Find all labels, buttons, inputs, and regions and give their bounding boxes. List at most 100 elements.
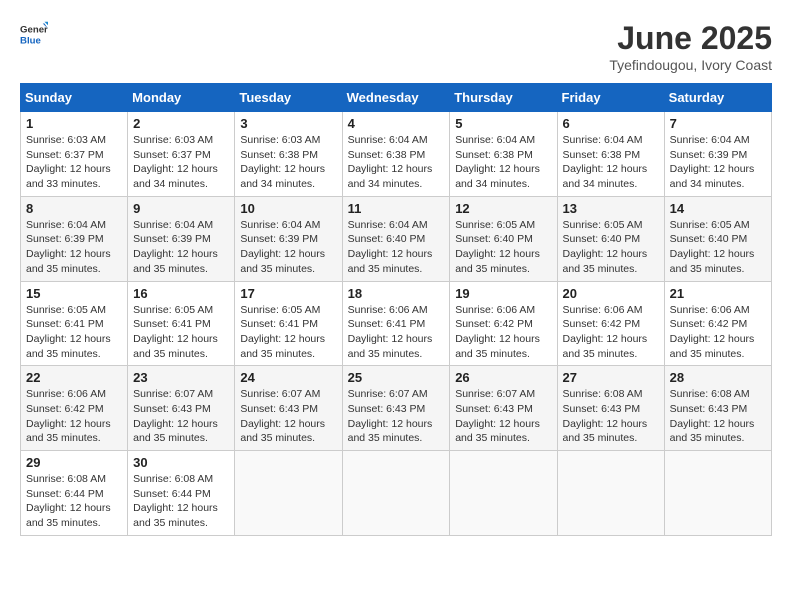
day-info: Sunrise: 6:04 AMSunset: 6:39 PMDaylight:… bbox=[670, 134, 755, 190]
calendar-cell: 5 Sunrise: 6:04 AMSunset: 6:38 PMDayligh… bbox=[450, 112, 557, 197]
day-info: Sunrise: 6:08 AMSunset: 6:43 PMDaylight:… bbox=[563, 388, 648, 444]
day-info: Sunrise: 6:06 AMSunset: 6:41 PMDaylight:… bbox=[348, 304, 433, 360]
calendar-cell: 1 Sunrise: 6:03 AMSunset: 6:37 PMDayligh… bbox=[21, 112, 128, 197]
day-number: 30 bbox=[133, 455, 229, 470]
calendar-cell: 7 Sunrise: 6:04 AMSunset: 6:39 PMDayligh… bbox=[664, 112, 771, 197]
day-number: 14 bbox=[670, 201, 766, 216]
calendar-cell: 27 Sunrise: 6:08 AMSunset: 6:43 PMDaylig… bbox=[557, 366, 664, 451]
title-area: June 2025 Tyefindougou, Ivory Coast bbox=[609, 20, 772, 73]
calendar-cell bbox=[557, 451, 664, 536]
day-info: Sunrise: 6:04 AMSunset: 6:40 PMDaylight:… bbox=[348, 219, 433, 275]
col-header-monday: Monday bbox=[128, 84, 235, 112]
calendar-week-2: 8 Sunrise: 6:04 AMSunset: 6:39 PMDayligh… bbox=[21, 196, 772, 281]
calendar-cell: 22 Sunrise: 6:06 AMSunset: 6:42 PMDaylig… bbox=[21, 366, 128, 451]
day-number: 2 bbox=[133, 116, 229, 131]
calendar-cell: 16 Sunrise: 6:05 AMSunset: 6:41 PMDaylig… bbox=[128, 281, 235, 366]
calendar-week-3: 15 Sunrise: 6:05 AMSunset: 6:41 PMDaylig… bbox=[21, 281, 772, 366]
calendar-cell: 8 Sunrise: 6:04 AMSunset: 6:39 PMDayligh… bbox=[21, 196, 128, 281]
day-info: Sunrise: 6:07 AMSunset: 6:43 PMDaylight:… bbox=[455, 388, 540, 444]
day-number: 22 bbox=[26, 370, 122, 385]
day-number: 12 bbox=[455, 201, 551, 216]
col-header-friday: Friday bbox=[557, 84, 664, 112]
day-info: Sunrise: 6:06 AMSunset: 6:42 PMDaylight:… bbox=[563, 304, 648, 360]
calendar-cell: 29 Sunrise: 6:08 AMSunset: 6:44 PMDaylig… bbox=[21, 451, 128, 536]
day-number: 26 bbox=[455, 370, 551, 385]
calendar-cell: 6 Sunrise: 6:04 AMSunset: 6:38 PMDayligh… bbox=[557, 112, 664, 197]
day-number: 7 bbox=[670, 116, 766, 131]
calendar-cell: 12 Sunrise: 6:05 AMSunset: 6:40 PMDaylig… bbox=[450, 196, 557, 281]
day-info: Sunrise: 6:04 AMSunset: 6:38 PMDaylight:… bbox=[455, 134, 540, 190]
calendar-cell: 25 Sunrise: 6:07 AMSunset: 6:43 PMDaylig… bbox=[342, 366, 450, 451]
calendar-cell bbox=[664, 451, 771, 536]
calendar-cell: 14 Sunrise: 6:05 AMSunset: 6:40 PMDaylig… bbox=[664, 196, 771, 281]
day-number: 16 bbox=[133, 286, 229, 301]
day-number: 3 bbox=[240, 116, 336, 131]
day-number: 29 bbox=[26, 455, 122, 470]
calendar-cell: 30 Sunrise: 6:08 AMSunset: 6:44 PMDaylig… bbox=[128, 451, 235, 536]
calendar-cell: 3 Sunrise: 6:03 AMSunset: 6:38 PMDayligh… bbox=[235, 112, 342, 197]
day-info: Sunrise: 6:04 AMSunset: 6:38 PMDaylight:… bbox=[348, 134, 433, 190]
day-info: Sunrise: 6:05 AMSunset: 6:40 PMDaylight:… bbox=[563, 219, 648, 275]
day-info: Sunrise: 6:05 AMSunset: 6:40 PMDaylight:… bbox=[670, 219, 755, 275]
col-header-sunday: Sunday bbox=[21, 84, 128, 112]
calendar-cell bbox=[235, 451, 342, 536]
day-info: Sunrise: 6:05 AMSunset: 6:41 PMDaylight:… bbox=[26, 304, 111, 360]
calendar-cell: 24 Sunrise: 6:07 AMSunset: 6:43 PMDaylig… bbox=[235, 366, 342, 451]
month-year-title: June 2025 bbox=[609, 20, 772, 57]
day-number: 1 bbox=[26, 116, 122, 131]
day-info: Sunrise: 6:06 AMSunset: 6:42 PMDaylight:… bbox=[26, 388, 111, 444]
calendar-cell bbox=[450, 451, 557, 536]
calendar-cell: 23 Sunrise: 6:07 AMSunset: 6:43 PMDaylig… bbox=[128, 366, 235, 451]
col-header-wednesday: Wednesday bbox=[342, 84, 450, 112]
calendar-cell: 19 Sunrise: 6:06 AMSunset: 6:42 PMDaylig… bbox=[450, 281, 557, 366]
day-info: Sunrise: 6:06 AMSunset: 6:42 PMDaylight:… bbox=[670, 304, 755, 360]
day-number: 21 bbox=[670, 286, 766, 301]
calendar-week-5: 29 Sunrise: 6:08 AMSunset: 6:44 PMDaylig… bbox=[21, 451, 772, 536]
calendar-cell: 17 Sunrise: 6:05 AMSunset: 6:41 PMDaylig… bbox=[235, 281, 342, 366]
day-number: 9 bbox=[133, 201, 229, 216]
calendar-cell: 10 Sunrise: 6:04 AMSunset: 6:39 PMDaylig… bbox=[235, 196, 342, 281]
day-number: 27 bbox=[563, 370, 659, 385]
day-number: 24 bbox=[240, 370, 336, 385]
logo: General Blue bbox=[20, 20, 48, 48]
day-number: 4 bbox=[348, 116, 445, 131]
day-info: Sunrise: 6:04 AMSunset: 6:39 PMDaylight:… bbox=[240, 219, 325, 275]
col-header-saturday: Saturday bbox=[664, 84, 771, 112]
day-number: 20 bbox=[563, 286, 659, 301]
calendar-cell: 20 Sunrise: 6:06 AMSunset: 6:42 PMDaylig… bbox=[557, 281, 664, 366]
svg-text:General: General bbox=[20, 24, 48, 35]
calendar-cell: 11 Sunrise: 6:04 AMSunset: 6:40 PMDaylig… bbox=[342, 196, 450, 281]
calendar-week-1: 1 Sunrise: 6:03 AMSunset: 6:37 PMDayligh… bbox=[21, 112, 772, 197]
calendar-header-row: SundayMondayTuesdayWednesdayThursdayFrid… bbox=[21, 84, 772, 112]
day-info: Sunrise: 6:05 AMSunset: 6:40 PMDaylight:… bbox=[455, 219, 540, 275]
day-info: Sunrise: 6:03 AMSunset: 6:37 PMDaylight:… bbox=[133, 134, 218, 190]
day-info: Sunrise: 6:08 AMSunset: 6:43 PMDaylight:… bbox=[670, 388, 755, 444]
calendar-cell: 15 Sunrise: 6:05 AMSunset: 6:41 PMDaylig… bbox=[21, 281, 128, 366]
day-number: 8 bbox=[26, 201, 122, 216]
day-info: Sunrise: 6:07 AMSunset: 6:43 PMDaylight:… bbox=[348, 388, 433, 444]
day-number: 13 bbox=[563, 201, 659, 216]
calendar-cell: 13 Sunrise: 6:05 AMSunset: 6:40 PMDaylig… bbox=[557, 196, 664, 281]
day-info: Sunrise: 6:06 AMSunset: 6:42 PMDaylight:… bbox=[455, 304, 540, 360]
calendar-week-4: 22 Sunrise: 6:06 AMSunset: 6:42 PMDaylig… bbox=[21, 366, 772, 451]
day-info: Sunrise: 6:05 AMSunset: 6:41 PMDaylight:… bbox=[240, 304, 325, 360]
day-number: 10 bbox=[240, 201, 336, 216]
day-number: 15 bbox=[26, 286, 122, 301]
day-info: Sunrise: 6:05 AMSunset: 6:41 PMDaylight:… bbox=[133, 304, 218, 360]
day-number: 18 bbox=[348, 286, 445, 301]
day-number: 6 bbox=[563, 116, 659, 131]
day-number: 5 bbox=[455, 116, 551, 131]
day-info: Sunrise: 6:07 AMSunset: 6:43 PMDaylight:… bbox=[133, 388, 218, 444]
calendar-cell: 21 Sunrise: 6:06 AMSunset: 6:42 PMDaylig… bbox=[664, 281, 771, 366]
day-number: 17 bbox=[240, 286, 336, 301]
calendar-cell: 4 Sunrise: 6:04 AMSunset: 6:38 PMDayligh… bbox=[342, 112, 450, 197]
day-info: Sunrise: 6:08 AMSunset: 6:44 PMDaylight:… bbox=[26, 473, 111, 529]
page-header: General Blue June 2025 Tyefindougou, Ivo… bbox=[20, 20, 772, 73]
day-info: Sunrise: 6:03 AMSunset: 6:37 PMDaylight:… bbox=[26, 134, 111, 190]
day-info: Sunrise: 6:04 AMSunset: 6:39 PMDaylight:… bbox=[26, 219, 111, 275]
day-number: 11 bbox=[348, 201, 445, 216]
location-subtitle: Tyefindougou, Ivory Coast bbox=[609, 57, 772, 73]
col-header-tuesday: Tuesday bbox=[235, 84, 342, 112]
day-number: 25 bbox=[348, 370, 445, 385]
calendar-cell: 26 Sunrise: 6:07 AMSunset: 6:43 PMDaylig… bbox=[450, 366, 557, 451]
